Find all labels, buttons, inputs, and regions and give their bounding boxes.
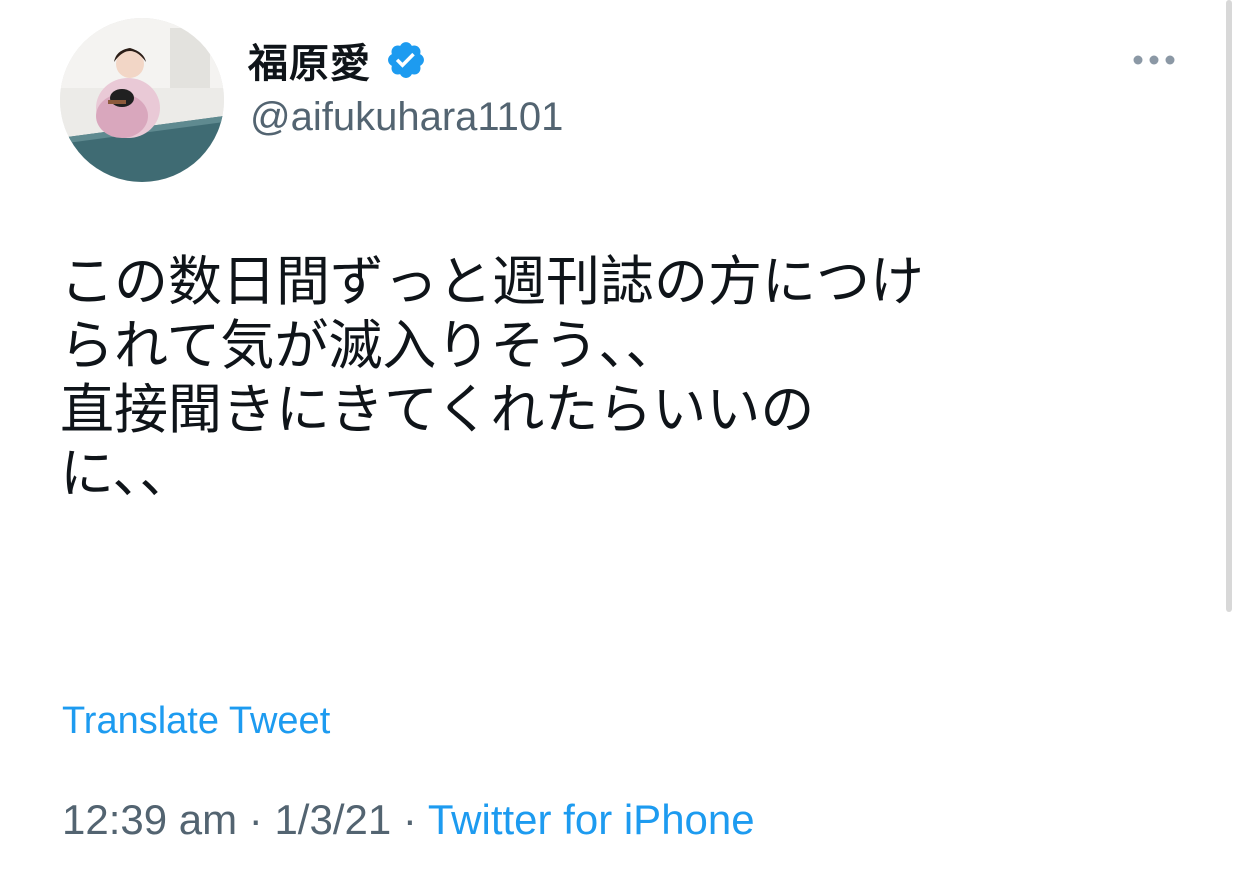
tweet-metadata: 12:39 am · 1/3/21 · Twitter for iPhone — [62, 796, 755, 844]
tweet-text-line: この数日間ずっと週刊誌の方につけ — [60, 250, 924, 313]
user-handle[interactable]: @aifukuhara1101 — [250, 95, 563, 140]
translate-tweet-link[interactable]: Translate Tweet — [62, 700, 330, 743]
display-name-text: 福原愛 — [248, 41, 371, 87]
avatar[interactable] — [60, 18, 224, 182]
meta-separator: · — [237, 796, 275, 843]
tweet-source-link[interactable]: Twitter for iPhone — [428, 796, 755, 843]
user-display-name[interactable]: 福原愛 — [248, 30, 427, 90]
meta-separator: · — [391, 796, 428, 843]
verified-badge-icon — [385, 39, 427, 81]
tweet-text-line: に、、 — [60, 442, 194, 505]
scrollbar[interactable] — [1226, 0, 1232, 612]
tweet-text: この数日間ずっと週刊誌の方につけ られて気が滅入りそう、、 直接聞きにきてくれた… — [60, 250, 1200, 506]
more-options-icon[interactable] — [1126, 46, 1182, 74]
avatar-photo — [60, 18, 224, 182]
tweet-time[interactable]: 12:39 am — [62, 796, 237, 843]
tweet-date[interactable]: 1/3/21 — [274, 796, 391, 843]
tweet-text-line: られて気が滅入りそう、、 — [60, 314, 680, 377]
tweet-text-line: 直接聞きにきてくれたらいいの — [60, 378, 815, 441]
